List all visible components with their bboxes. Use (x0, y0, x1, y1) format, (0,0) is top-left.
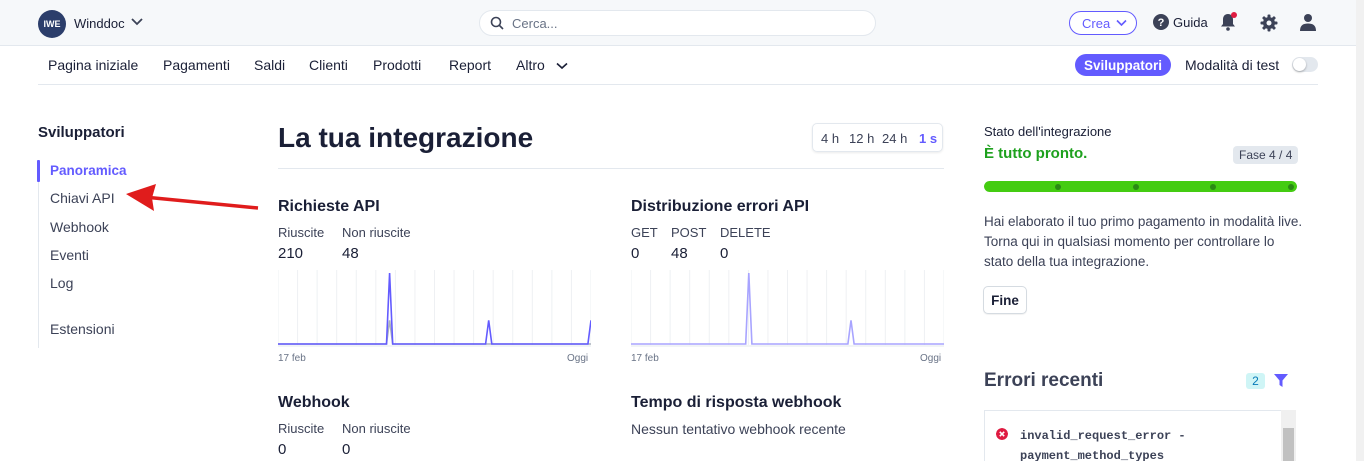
api-requests-title[interactable]: Richieste API (278, 198, 380, 216)
done-button[interactable]: Fine (983, 286, 1027, 314)
chevron-down-icon (1116, 19, 1127, 27)
chevron-down-icon[interactable] (556, 62, 568, 70)
error-distribution-chart[interactable] (631, 270, 944, 347)
progress-step-dot (1133, 184, 1139, 190)
nav-item-payments[interactable]: Pagamenti (163, 57, 230, 73)
api-chart-x-start: 17 feb (278, 353, 306, 364)
progress-step-dot (1055, 184, 1061, 190)
error-list-item[interactable]: invalid_request_error - payment_method_t… (1020, 426, 1186, 461)
integration-status-headline: È tutto pronto. (984, 145, 1088, 162)
test-mode-toggle-knob (1293, 58, 1306, 71)
api-chart-x-end: Oggi (567, 353, 589, 364)
page-scrollbar[interactable] (1356, 0, 1364, 461)
webhook-response-empty: Nessun tentativo webhook recente (631, 421, 846, 437)
sidebar-rail (38, 160, 39, 348)
sidebar-active-indicator (37, 160, 40, 182)
account-name[interactable]: Winddoc (74, 16, 125, 31)
account-logo[interactable]: IWE (38, 10, 66, 38)
delete-label: DELETE (720, 225, 771, 240)
nav-item-more[interactable]: Altro (516, 57, 545, 73)
annotation-arrow (126, 184, 259, 211)
page-title: La tua integrazione (278, 122, 534, 153)
sidebar-title: Sviluppatori (38, 124, 125, 141)
range-option-12h[interactable]: 12 h (849, 131, 874, 146)
integration-description: Hai elaborato il tuo primo pagamento in … (984, 214, 1303, 269)
create-button-label: Crea (1082, 15, 1111, 31)
api-success-value: 210 (278, 245, 304, 262)
range-option-24h[interactable]: 24 h (882, 131, 907, 146)
api-failed-label: Non riuscite (342, 225, 411, 240)
error-code: invalid_request_error - (1020, 429, 1186, 443)
user-profile-icon[interactable] (1299, 13, 1317, 31)
webhook-title[interactable]: Webhook (278, 394, 350, 412)
api-requests-chart[interactable] (278, 270, 591, 347)
phase-badge: Fase 4 / 4 (1233, 146, 1299, 164)
developers-button[interactable]: Sviluppatori (1075, 54, 1171, 76)
webhook-failed-value: 0 (342, 441, 351, 458)
err-chart-x-start: 17 feb (631, 353, 659, 364)
svg-text:?: ? (1158, 17, 1165, 29)
gear-icon[interactable] (1260, 14, 1278, 32)
chevron-down-icon[interactable] (131, 17, 143, 27)
time-range-selector[interactable]: 4 h 12 h 24 h 1 s (812, 123, 943, 152)
sidebar-item-events[interactable]: Eventi (50, 247, 89, 263)
search-icon (490, 16, 504, 30)
sidebar-item-api-keys[interactable]: Chiavi API (50, 190, 115, 206)
sidebar-item-overview[interactable]: Panoramica (50, 163, 127, 178)
error-distribution-title[interactable]: Distribuzione errori API (631, 198, 809, 216)
sidebar-item-webhook[interactable]: Webhook (50, 219, 109, 235)
integration-progress-bar (984, 181, 1297, 192)
help-link[interactable]: ? Guida (1153, 14, 1208, 30)
notification-badge (1231, 12, 1237, 18)
err-chart-x-end: Oggi (920, 353, 942, 364)
nav-divider (38, 84, 1318, 85)
range-option-4h[interactable]: 4 h (821, 131, 839, 146)
search-bar[interactable] (479, 10, 876, 36)
errors-scrollbar-thumb[interactable] (1283, 428, 1294, 461)
help-icon: ? (1153, 14, 1169, 30)
nav-item-balances[interactable]: Saldi (254, 57, 285, 73)
progress-step-dot (1210, 184, 1216, 190)
progress-step-dot (1288, 184, 1294, 190)
sidebar-item-logs[interactable]: Log (50, 275, 73, 291)
integration-progress-fill (984, 181, 1297, 192)
delete-value: 0 (720, 245, 729, 262)
webhook-response-title[interactable]: Tempo di risposta webhook (631, 394, 841, 412)
webhook-success-value: 0 (278, 441, 287, 458)
nav-item-reports[interactable]: Report (449, 57, 491, 73)
post-label: POST (671, 225, 707, 240)
range-option-1s[interactable]: 1 s (919, 131, 937, 146)
search-input[interactable] (512, 15, 862, 31)
api-failed-value: 48 (342, 245, 359, 262)
post-value: 48 (671, 245, 688, 262)
error-x-icon (996, 428, 1008, 440)
title-divider (278, 168, 944, 169)
get-value: 0 (631, 245, 640, 262)
sidebar-item-extensions[interactable]: Estensioni (50, 321, 115, 337)
nav-item-home[interactable]: Pagina iniziale (48, 57, 138, 73)
integration-status-label: Stato dell'integrazione (984, 124, 1112, 139)
help-label: Guida (1173, 14, 1208, 30)
webhook-success-label: Riuscite (278, 421, 325, 436)
nav-item-customers[interactable]: Clienti (309, 57, 348, 73)
error-detail: payment_method_types (1020, 449, 1165, 461)
create-button[interactable]: Crea (1069, 11, 1137, 35)
get-label: GET (631, 225, 658, 240)
nav-item-products[interactable]: Prodotti (373, 57, 421, 73)
filter-icon[interactable] (1273, 373, 1289, 388)
test-mode-label: Modalità di test (1185, 57, 1280, 73)
api-success-label: Riuscite (278, 225, 325, 240)
error-count-badge: 2 (1246, 373, 1265, 389)
recent-errors-title: Errori recenti (984, 370, 1104, 391)
webhook-failed-label: Non riuscite (342, 421, 411, 436)
